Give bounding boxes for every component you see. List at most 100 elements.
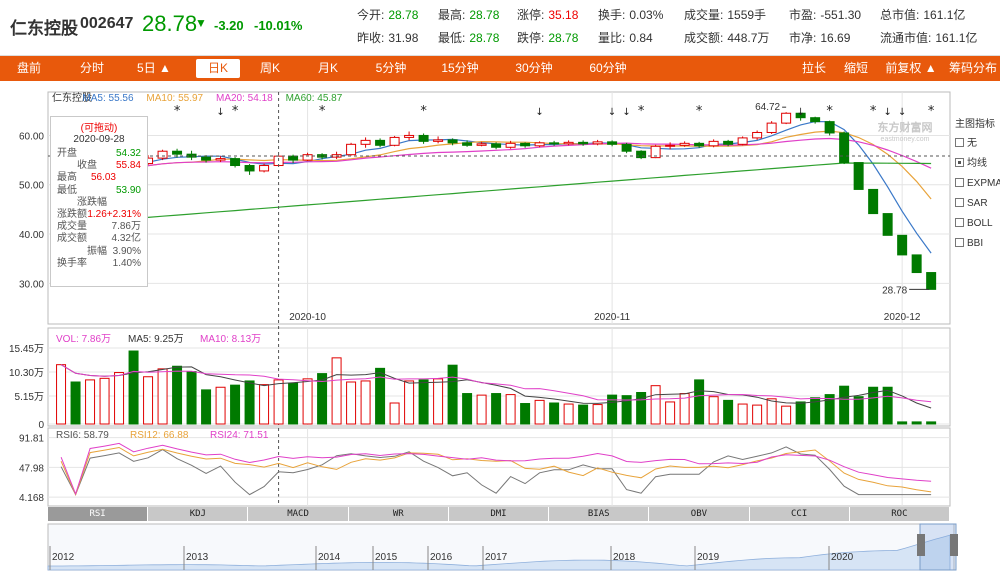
event-arrow-icon[interactable]: ↓ (535, 107, 543, 118)
volume-bar[interactable] (302, 378, 313, 425)
candle[interactable] (723, 140, 734, 145)
candle[interactable] (230, 158, 241, 167)
checkbox-icon[interactable] (955, 178, 964, 187)
volume-bar[interactable] (143, 376, 154, 425)
indicator-tab-rsi[interactable]: RSI (48, 507, 148, 521)
candle[interactable] (781, 112, 792, 124)
volume-bar[interactable] (882, 386, 893, 425)
volume-bar[interactable] (505, 394, 516, 425)
candle[interactable] (679, 142, 690, 146)
candle[interactable] (926, 272, 937, 290)
volume-bar[interactable] (418, 379, 429, 425)
candle[interactable] (868, 188, 879, 215)
candle[interactable] (592, 141, 603, 145)
indicator-option[interactable]: 均线 (955, 154, 1000, 174)
indicator-option[interactable]: BBI (955, 234, 1000, 254)
volume-bar[interactable] (694, 379, 705, 425)
event-arrow-icon[interactable]: ↓ (796, 107, 804, 118)
volume-bar[interactable] (737, 403, 748, 425)
volume-bar[interactable] (462, 393, 473, 425)
volume-bar[interactable] (853, 396, 864, 425)
volume-bar[interactable] (230, 384, 241, 425)
toolbar-action-0[interactable]: 拉长 (796, 56, 832, 81)
toolbar-action-3[interactable]: 筹码分布 (946, 56, 1000, 81)
event-arrow-icon[interactable]: ↓ (622, 107, 630, 118)
timeline-right-handle[interactable] (950, 534, 958, 556)
indicator-option[interactable]: EXPMA (955, 174, 1000, 194)
candle[interactable] (259, 165, 270, 172)
candle[interactable] (578, 141, 589, 145)
candle[interactable] (824, 121, 835, 134)
volume-bar[interactable] (201, 389, 212, 425)
checkbox-icon[interactable] (955, 138, 964, 147)
volume-bar[interactable] (447, 364, 458, 425)
candle[interactable] (665, 144, 676, 147)
candle[interactable] (534, 142, 545, 147)
candle[interactable] (491, 143, 502, 148)
candle[interactable] (215, 158, 226, 161)
candle[interactable] (810, 117, 821, 123)
volume-bar[interactable] (665, 401, 676, 425)
volume-bar[interactable] (839, 385, 850, 425)
candle[interactable] (636, 150, 647, 159)
checkbox-icon[interactable] (955, 238, 964, 247)
event-star-icon[interactable]: * (928, 104, 935, 119)
candle[interactable] (201, 156, 212, 161)
candle[interactable] (766, 122, 777, 133)
candle[interactable] (737, 137, 748, 145)
candle[interactable] (882, 213, 893, 236)
volume-bar[interactable] (578, 404, 589, 425)
indicator-option[interactable]: 无 (955, 134, 1000, 154)
volume-bar[interactable] (99, 377, 110, 425)
candle[interactable] (839, 132, 850, 164)
volume-bar[interactable] (592, 404, 603, 425)
event-arrow-icon[interactable]: ↓ (883, 107, 891, 118)
period-tab-6[interactable]: 5分钟 (366, 56, 416, 81)
candle[interactable] (911, 254, 922, 274)
period-tab-4[interactable]: 周K (250, 56, 290, 81)
candle[interactable] (418, 134, 429, 142)
event-arrow-icon[interactable]: ↓ (608, 107, 616, 118)
candle[interactable] (346, 143, 357, 156)
candle[interactable] (433, 139, 444, 142)
event-arrow-icon[interactable]: ↓ (216, 107, 224, 118)
volume-bar[interactable] (650, 385, 661, 425)
event-arrow-icon[interactable]: ↓ (898, 107, 906, 118)
candle[interactable] (375, 139, 386, 146)
volume-bar[interactable] (85, 379, 96, 425)
volume-bar[interactable] (549, 402, 560, 425)
indicator-tab-dmi[interactable]: DMI (448, 507, 549, 521)
period-tab-9[interactable]: 60分钟 (580, 56, 636, 81)
volume-bar[interactable] (288, 382, 299, 425)
candle[interactable] (897, 234, 908, 256)
volume-bar[interactable] (563, 403, 574, 425)
period-tab-8[interactable]: 30分钟 (506, 56, 562, 81)
volume-bar[interactable] (636, 392, 647, 425)
candle[interactable] (157, 150, 168, 159)
volume-bar[interactable] (766, 398, 777, 425)
volume-bar[interactable] (476, 394, 487, 425)
candle[interactable] (694, 142, 705, 147)
volume-bar[interactable] (433, 378, 444, 425)
period-tab-7[interactable]: 15分钟 (432, 56, 488, 81)
volume-bar[interactable] (360, 380, 371, 425)
indicator-tab-wr[interactable]: WR (348, 507, 448, 521)
volume-bar[interactable] (331, 357, 342, 425)
event-star-icon[interactable]: * (826, 104, 833, 119)
period-tab-1[interactable]: 分时 (72, 56, 112, 81)
volume-bar[interactable] (926, 421, 937, 425)
volume-bar[interactable] (491, 393, 502, 425)
candle[interactable] (447, 139, 458, 144)
volume-bar[interactable] (795, 401, 806, 425)
indicator-tab-obv[interactable]: OBV (649, 507, 749, 521)
candle[interactable] (853, 162, 864, 190)
volume-bar[interactable] (259, 384, 270, 425)
volume-bar[interactable] (781, 405, 792, 425)
volume-bar[interactable] (70, 381, 81, 425)
period-tab-0[interactable]: 盘前 (10, 56, 48, 81)
candle[interactable] (607, 141, 618, 145)
event-star-icon[interactable]: * (174, 104, 181, 119)
indicator-tab-kdj[interactable]: KDJ (148, 507, 248, 521)
period-tab-5[interactable]: 月K (308, 56, 348, 81)
volume-bar[interactable] (752, 404, 763, 425)
